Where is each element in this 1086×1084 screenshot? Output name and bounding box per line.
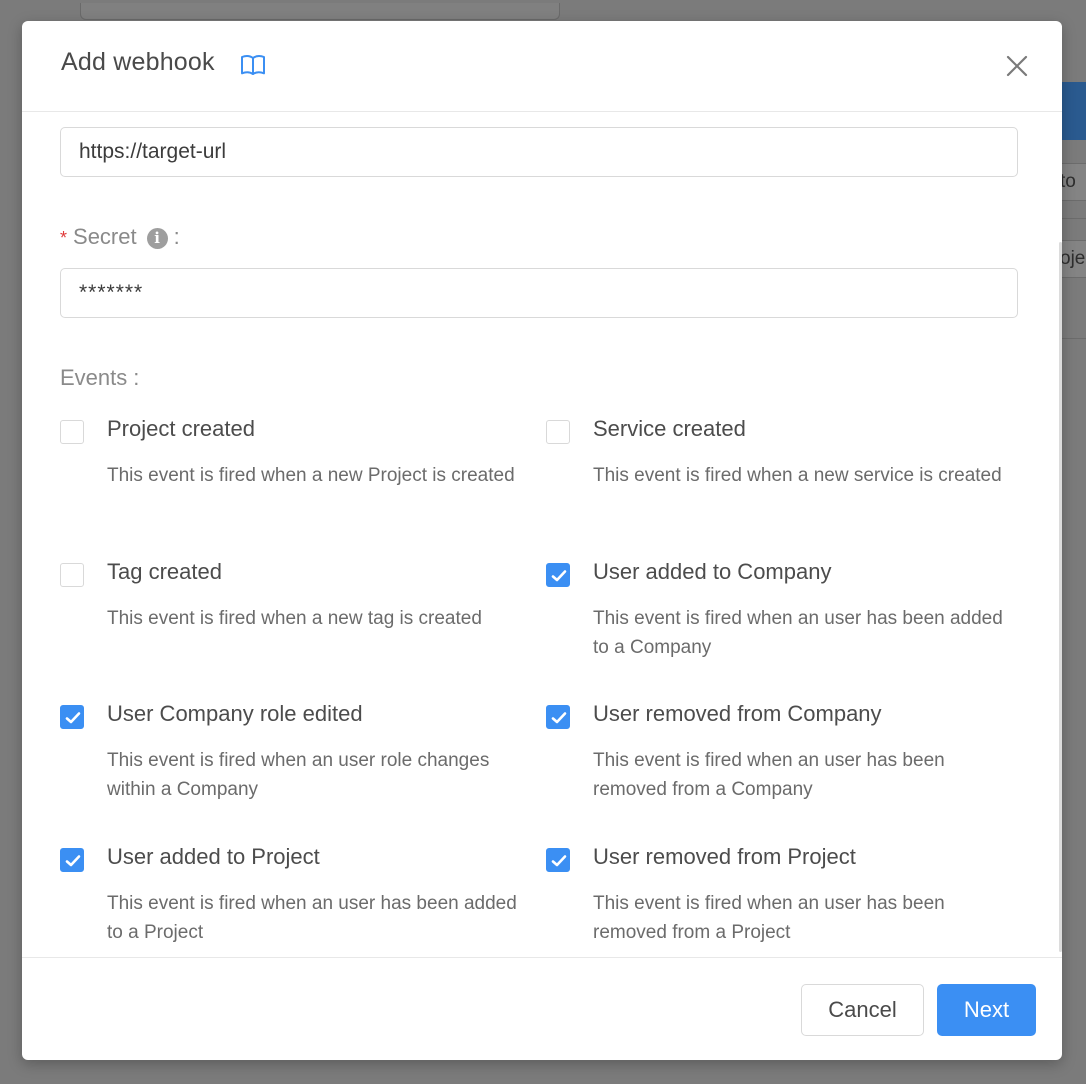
event-checkbox[interactable]	[60, 848, 84, 872]
dialog-scrollbar[interactable]	[1059, 242, 1062, 952]
target-url-input[interactable]: https://target-url	[60, 127, 1018, 177]
event-title[interactable]: User added to Company	[593, 559, 831, 585]
event-checkbox[interactable]	[546, 705, 570, 729]
event-description: This event is fired when an user has bee…	[593, 893, 945, 943]
dialog-body: https://target-url * Secret i: ******* Eve…	[22, 112, 1062, 957]
event-checkbox[interactable]	[60, 563, 84, 587]
event-title[interactable]: Service created	[593, 416, 746, 442]
event-description: This event is fired when an user has bee…	[593, 608, 1003, 658]
event-description: This event is fired when a new service i…	[593, 465, 1002, 486]
event-description: This event is fired when a new Project i…	[107, 465, 515, 486]
dialog-title: Add webhook	[61, 48, 215, 76]
event-checkbox[interactable]	[60, 705, 84, 729]
background-table-row: oje	[1060, 240, 1086, 278]
event-checkbox[interactable]	[546, 848, 570, 872]
dialog-header: Add webhook	[22, 21, 1062, 112]
event-title[interactable]: Tag created	[107, 559, 222, 585]
info-icon[interactable]: i	[146, 228, 168, 249]
dialog-footer: Cancel Next	[22, 957, 1062, 1060]
background-row-text: to	[1060, 171, 1076, 192]
background-filter-input	[80, 3, 560, 20]
event-checkbox[interactable]	[546, 420, 570, 444]
events-label: Events:	[60, 365, 139, 391]
event-description: This event is fired when an user has bee…	[593, 750, 945, 800]
background-primary-button	[1060, 82, 1086, 140]
book-icon[interactable]	[240, 54, 266, 76]
secret-label: * Secret i:	[60, 224, 180, 250]
event-description: This event is fired when an user has bee…	[107, 893, 517, 943]
add-webhook-dialog: Add webhook https://target-url * Secret i:…	[22, 21, 1062, 1060]
cancel-button[interactable]: Cancel	[801, 984, 924, 1036]
required-marker: *	[60, 228, 68, 248]
background-divider	[1060, 338, 1086, 339]
close-icon[interactable]	[1004, 53, 1030, 79]
label-colon: :	[173, 224, 180, 249]
event-description: This event is fired when a new tag is cr…	[107, 608, 482, 629]
event-title[interactable]: User removed from Project	[593, 844, 856, 870]
background-divider	[1060, 218, 1086, 219]
event-title[interactable]: User Company role edited	[107, 701, 363, 727]
event-checkbox[interactable]	[546, 563, 570, 587]
secret-label-text: Secret	[73, 224, 137, 249]
events-label-text: Events	[60, 365, 128, 390]
background-table-row: to	[1060, 163, 1086, 201]
label-colon: :	[133, 365, 140, 390]
event-description: This event is fired when an user role ch…	[107, 750, 490, 800]
event-checkbox[interactable]	[60, 420, 84, 444]
event-title[interactable]: User removed from Company	[593, 701, 882, 727]
next-button[interactable]: Next	[937, 984, 1036, 1036]
secret-input[interactable]: *******	[60, 268, 1018, 318]
event-title[interactable]: Project created	[107, 416, 255, 442]
event-title[interactable]: User added to Project	[107, 844, 320, 870]
background-row-text: oje	[1060, 248, 1086, 269]
